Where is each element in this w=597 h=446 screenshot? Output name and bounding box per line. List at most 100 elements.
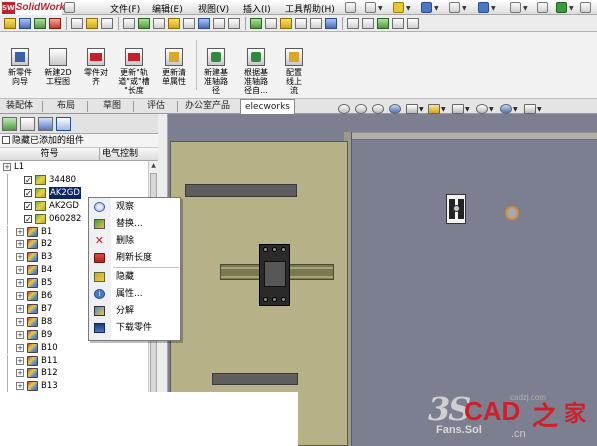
section-view-icon[interactable] xyxy=(389,104,401,114)
context-menu-item-dl[interactable]: 下载零件 xyxy=(89,320,180,336)
scroll-up-icon[interactable]: ▲ xyxy=(149,161,158,171)
configure-line-button[interactable]: 配置 线上 流 xyxy=(276,34,312,96)
toolbar-icon-3[interactable] xyxy=(34,18,46,29)
menu-edit[interactable]: 编辑(E) xyxy=(152,2,183,15)
open-dropdown-icon[interactable]: ▼ xyxy=(406,5,411,12)
display-style-dropdown-icon[interactable]: ▼ xyxy=(441,106,446,113)
previous-view-icon[interactable] xyxy=(372,104,384,114)
tree-row[interactable]: + B11 xyxy=(0,354,148,368)
tree-expand-icon[interactable]: + xyxy=(16,240,24,249)
toolbar-icon-1[interactable] xyxy=(4,18,16,29)
tree-expand-icon[interactable]: + xyxy=(16,292,24,300)
cable-gland-component[interactable] xyxy=(505,206,519,220)
property-manager-tab-icon[interactable] xyxy=(20,117,35,131)
toolbar-icon-5[interactable] xyxy=(71,18,83,29)
tree-checkbox[interactable]: ✓ xyxy=(24,214,32,223)
toolbar-icon-7[interactable] xyxy=(101,18,113,29)
view-settings-dropdown-icon[interactable]: ▼ xyxy=(537,106,542,113)
rebuild-icon[interactable] xyxy=(537,2,548,13)
auto-from-datum-path-button[interactable]: 根据基 准轴路 径自... xyxy=(238,34,274,96)
context-menu-item-view[interactable]: 观察 xyxy=(89,199,180,215)
tree-checkbox[interactable]: ✓ xyxy=(24,175,32,184)
undo-dropdown-icon[interactable]: ▼ xyxy=(491,5,496,12)
context-menu-item-del[interactable]: ✕ 删除 xyxy=(89,233,180,249)
apply-scene-icon[interactable] xyxy=(500,104,512,114)
tree-expand-icon[interactable]: + xyxy=(16,382,24,391)
zoom-to-fit-icon[interactable] xyxy=(338,104,350,114)
tree-expand-icon[interactable]: + xyxy=(3,163,11,171)
tab-elecworks[interactable]: elecworks xyxy=(240,99,295,115)
context-menu-item-prop[interactable]: i 属性... xyxy=(89,286,180,302)
toolbar-icon-13[interactable] xyxy=(198,18,210,29)
select-dropdown-icon[interactable]: ▼ xyxy=(523,5,528,12)
pin-icon[interactable] xyxy=(345,2,356,13)
tab-evaluate[interactable]: 评估 xyxy=(143,99,169,114)
menu-tools[interactable]: 工具 xyxy=(285,2,303,15)
undo-icon[interactable] xyxy=(478,2,489,13)
print-dropdown-icon[interactable]: ▼ xyxy=(462,5,467,12)
select-arrow-icon[interactable] xyxy=(510,2,521,13)
new-datum-axis-path-button[interactable]: 新建基 准轴路 径 xyxy=(198,34,234,96)
hide-show-dropdown-icon[interactable]: ▼ xyxy=(465,106,470,113)
terminal-component[interactable] xyxy=(446,194,466,224)
tree-expand-icon[interactable]: + xyxy=(16,279,24,288)
tree-expand-icon[interactable]: + xyxy=(16,317,24,326)
column-electrical[interactable]: 电气控制 xyxy=(102,148,138,161)
toolbar-icon-6[interactable] xyxy=(86,18,98,29)
tree-row[interactable]: ✓ 34480 xyxy=(0,173,148,187)
context-menu-item-swap[interactable]: 替换... xyxy=(89,216,180,232)
tree-expand-icon[interactable]: + xyxy=(16,227,24,236)
toolbar-icon-23[interactable] xyxy=(362,18,374,29)
wire-duct-bottom[interactable] xyxy=(212,373,298,385)
context-menu-item-split[interactable]: 分解 xyxy=(89,303,180,319)
zoom-to-area-icon[interactable] xyxy=(355,104,367,114)
toolbar-icon-9[interactable] xyxy=(138,18,150,29)
toolbar-icon-21[interactable] xyxy=(325,18,337,29)
toolbar-icon-25[interactable] xyxy=(392,18,404,29)
configuration-manager-tab-icon[interactable] xyxy=(38,117,53,131)
update-rail-length-button[interactable]: 更新"轨 道"或"槽 "长度 xyxy=(116,34,152,96)
apply-scene-dropdown-icon[interactable]: ▼ xyxy=(513,106,518,113)
toolbar-icon-17[interactable] xyxy=(265,18,277,29)
elecworks-tab-icon[interactable] xyxy=(56,117,71,131)
toolbar-icon-10[interactable] xyxy=(153,18,165,29)
view-orientation-dropdown-icon[interactable]: ▼ xyxy=(419,106,424,113)
context-menu-item-len[interactable]: 刷新长度 xyxy=(89,250,180,266)
tree-expand-icon[interactable]: + xyxy=(16,356,24,365)
part-align-button[interactable]: 零件对 齐 xyxy=(78,34,114,96)
menu-view[interactable]: 视图(V) xyxy=(198,2,229,15)
tree-checkbox[interactable]: ✓ xyxy=(24,201,32,210)
tree-row[interactable]: + B13 xyxy=(0,380,148,394)
feature-tree-tab-icon[interactable] xyxy=(2,117,17,131)
options-dropdown-icon[interactable]: ▼ xyxy=(569,5,574,12)
update-bom-property-button[interactable]: 更新清 单属性 xyxy=(156,34,192,96)
toolbar-icon-16[interactable] xyxy=(250,18,262,29)
tab-office-products[interactable]: 办公室产品 xyxy=(181,99,234,114)
view-orientation-icon[interactable] xyxy=(406,104,418,114)
tree-expand-icon[interactable]: + xyxy=(16,253,24,262)
edit-appearance-icon[interactable] xyxy=(476,104,488,114)
toolbar-icon-22[interactable] xyxy=(347,18,359,29)
new-2d-drawing-button[interactable]: 新建2D 工程图 xyxy=(40,34,76,96)
toolbar-icon-15[interactable] xyxy=(228,18,240,29)
new-document-icon[interactable] xyxy=(365,2,376,13)
print-icon[interactable] xyxy=(449,2,460,13)
tab-sketch[interactable]: 草图 xyxy=(99,99,125,114)
tree-checkbox[interactable]: ✓ xyxy=(24,188,32,197)
toolbar-icon-18[interactable] xyxy=(280,18,292,29)
toolbar-icon-19[interactable] xyxy=(295,18,307,29)
contactor-component[interactable] xyxy=(259,244,290,306)
wire-duct-top[interactable] xyxy=(185,184,297,197)
open-folder-icon[interactable] xyxy=(393,2,404,13)
toolbar-icon-14[interactable] xyxy=(213,18,225,29)
new-part-wizard-button[interactable]: 新零件 向导 xyxy=(2,34,38,96)
options-icon[interactable] xyxy=(580,2,591,13)
hide-added-components-checkbox[interactable] xyxy=(2,136,10,144)
toolbar-icon-12[interactable] xyxy=(183,18,195,29)
menu-file[interactable]: 文件(F) xyxy=(110,2,140,15)
save-icon[interactable] xyxy=(421,2,432,13)
toolbar-icon-4[interactable] xyxy=(49,18,61,29)
tree-expand-icon[interactable]: + xyxy=(16,369,24,378)
new-dropdown-icon[interactable]: ▼ xyxy=(378,5,383,12)
toolbar-icon-11[interactable] xyxy=(168,18,180,29)
